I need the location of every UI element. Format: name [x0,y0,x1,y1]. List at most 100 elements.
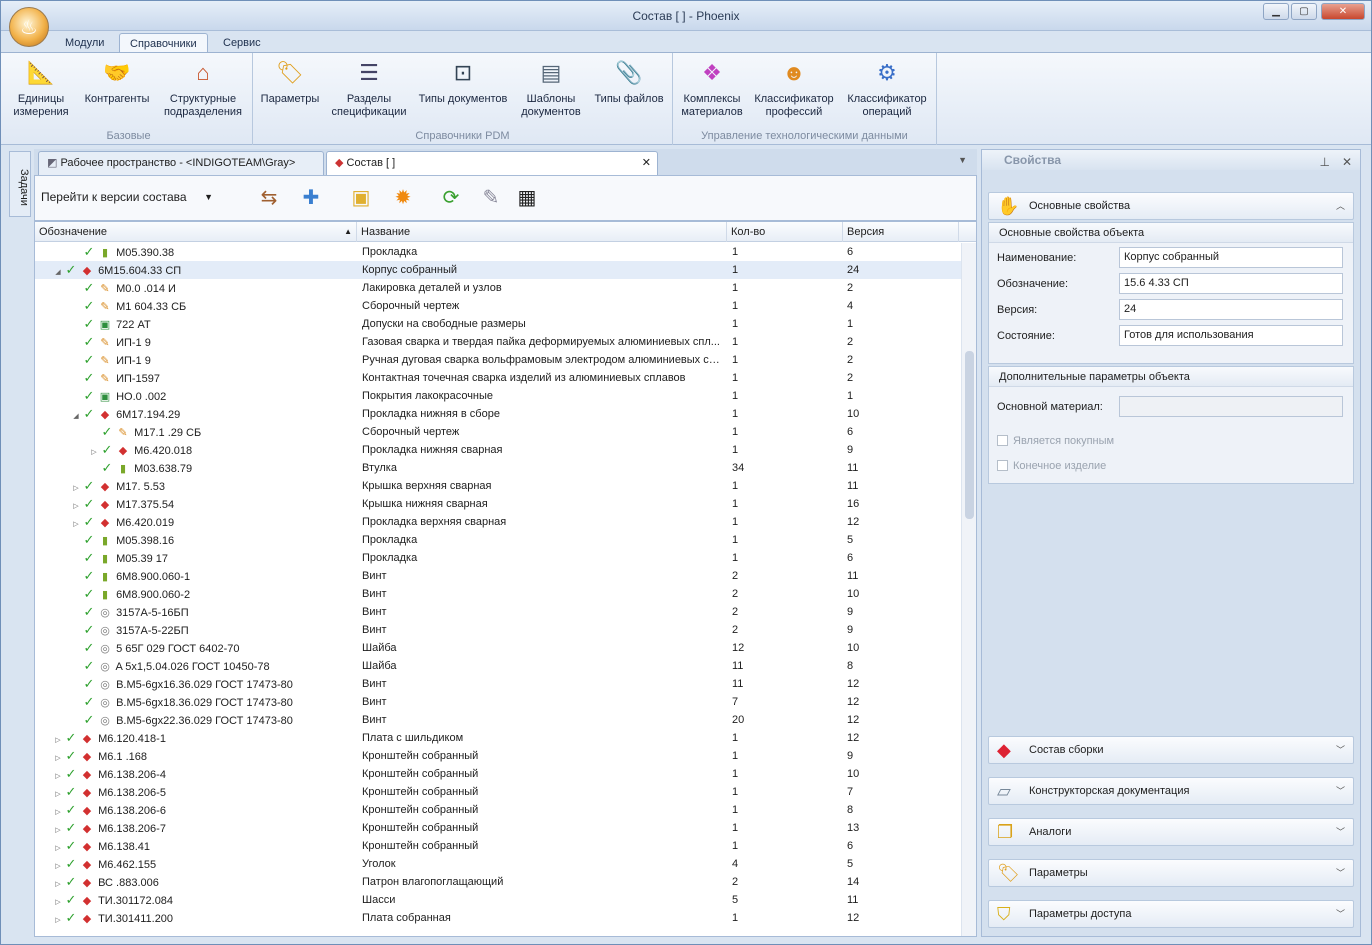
column-designation[interactable]: Обозначение ▲ [35,222,357,242]
doc-types-button[interactable]: ⊡ Типы документов [415,57,511,106]
table-row[interactable]: ▷ ✓ ◆ M6.138.206-5 Кронштейн собранный 1 7 [35,783,961,801]
replace-user-icon[interactable]: ⇆ [255,184,283,212]
version-field[interactable]: 24 [1119,299,1343,320]
table-row[interactable]: ▷ ✓ ◆ M17.375.54 Крышка нижняя сварная 1 16 [35,495,961,513]
table-row[interactable]: ✓ ◎ B.M5-6gx22.36.029 ГОСТ 17473-80 Винт 20… [35,711,961,729]
column-version[interactable]: Версия [843,222,959,242]
professions-button[interactable]: ☻ Классификатор профессий [751,57,837,119]
counterparties-button[interactable]: 🤝 Контрагенты [77,57,157,106]
section-analogs[interactable]: ❐ Аналоги ﹀ [988,818,1354,846]
table-row[interactable]: ✓ ◎ B.M5-6gx18.36.029 ГОСТ 17473-80 Винт 7 1… [35,693,961,711]
close-tab-icon[interactable]: ✕ [642,152,651,174]
table-row[interactable]: ▷ ✓ ◆ M6.462.155 Уголок 4 5 [35,855,961,873]
table-row[interactable]: ✓ ✎ M1 604.33 СБ Сборочный чертеж 1 4 [35,297,961,315]
column-qty[interactable]: Кол-во [727,222,843,242]
table-row[interactable]: ▷ ✓ ◆ ВС .883.006 Патрон влагопоглащающий 2 1… [35,873,961,891]
state-field[interactable]: Готов для использования [1119,325,1343,346]
tabs-overflow-icon[interactable]: ▼ [958,155,967,165]
table-row[interactable]: ✓ ▣ 722 АТ Допуски на свободные размеры 1 1 [35,315,961,333]
minimize-button[interactable]: ▁ [1263,3,1289,20]
table-row[interactable]: ▷ ✓ ◆ M6.138.41 Кронштейн собранный 1 6 [35,837,961,855]
table-row[interactable]: ▷ ✓ ◆ M17. 5.53 Крышка верхняя сварная 1 11 [35,477,961,495]
check-icon: ✓ [65,766,77,781]
table-row[interactable]: ▷ ✓ ◆ M6.120.418-1 Плата с шильдиком 1 12 [35,729,961,747]
operations-button[interactable]: ⚙ Классификатор операций [843,57,931,119]
file-types-button[interactable]: 📎 Типы файлов [591,57,667,106]
row-designation: ✓ ✎ ИП-1597 [35,369,357,388]
close-button[interactable]: ✕ [1321,3,1365,20]
table-row[interactable]: ▷ ✓ ◆ M6.420.018 Прокладка нижняя сварная 1 9 [35,441,961,459]
close-panel-icon[interactable]: ✕ [1342,152,1352,172]
column-name[interactable]: Название [357,222,727,242]
material-sets-button[interactable]: ❖ Комплексы материалов [679,57,745,119]
table-row[interactable]: ✓ ✎ ИП-1597 Контактная точечная сварка изд… [35,369,961,387]
application-menu-button[interactable]: ♨ [9,7,49,47]
refresh-icon[interactable]: ⟳ [437,184,465,212]
section-access[interactable]: ⛉ Параметры доступа ﹀ [988,900,1354,928]
table-row[interactable]: ◢ ✓ ◆ 6M15.604.33 СП Корпус собранный 1 24 [35,261,961,279]
departments-button[interactable]: ⌂ Структурные подразделения [161,57,245,119]
maximize-button[interactable]: ▢ [1291,3,1317,20]
table-row[interactable]: ✓ ▮ 6M8.900.060-2 Винт 2 10 [35,585,961,603]
table-row[interactable]: ✓ ▣ НО.0 .002 Покрытия лакокрасочные 1 1 [35,387,961,405]
table-row[interactable]: ✓ ✎ ИП-1 9 Ручная дуговая сварка вольфрамо… [35,351,961,369]
tab-references[interactable]: Справочники [119,33,208,53]
table-row[interactable]: ✓ ✎ M17.1 .29 СБ Сборочный чертеж 1 6 [35,423,961,441]
name-field[interactable]: Корпус собранный [1119,247,1343,268]
tab-modules[interactable]: Модули [55,33,114,53]
table-row[interactable]: ✓ ✎ M0.0 .014 И Лакировка деталей и узлов 1… [35,279,961,297]
tasks-side-tab[interactable]: Задачи [9,151,31,217]
check-icon: ✓ [83,496,95,511]
row-name: Сборочный чертеж [362,426,460,438]
table-row[interactable]: ◢ ✓ ◆ 6M17.194.29 Прокладка нижняя в сборе 1… [35,405,961,423]
edit-document-icon[interactable]: ✎ [477,184,505,212]
grid-scrollbar[interactable] [961,243,976,936]
table-row[interactable]: ▷ ✓ ◆ M6.138.206-7 Кронштейн собранный 1 13 [35,819,961,837]
units-button[interactable]: 📐 Единицы измерения [11,57,71,119]
designation-field[interactable]: 15.6 4.33 СП [1119,273,1343,294]
table-row[interactable]: ▷ ✓ ◆ M6.1 .168 Кронштейн собранный 1 9 [35,747,961,765]
folders-icon[interactable]: ▣ [347,184,375,212]
section-assembly[interactable]: ◆ Состав сборки ﹀ [988,736,1354,764]
table-row[interactable]: ✓ ▮ M05.398.16 Прокладка 1 5 [35,531,961,549]
table-row[interactable]: ✓ ▮ M05.390.38 Прокладка 1 6 [35,243,961,261]
table-row[interactable]: ✓ ▮ M05.39 17 Прокладка 1 6 [35,549,961,567]
table-row[interactable]: ▷ ✓ ◆ ТИ.301172.084 Шасси 5 11 [35,891,961,909]
tab-workspace[interactable]: ◩ Рабочее пространство - <INDIGOTEAM\Gra… [38,151,324,175]
tab-service[interactable]: Сервис [213,33,271,53]
section-parameters[interactable]: 🏷 Параметры ﹀ [988,859,1354,887]
row-qty: 1 [732,336,739,348]
table-row[interactable]: ▷ ✓ ◆ M6.138.206-4 Кронштейн собранный 1 10 [35,765,961,783]
table-row[interactable]: ✓ ◎ A 5x1,5.04.026 ГОСТ 10450-78 Шайба 11 8 [35,657,961,675]
table-row[interactable]: ▷ ✓ ◆ M6.420.019 Прокладка верхняя сварная 1… [35,513,961,531]
table-row[interactable]: ✓ ✎ ИП-1 9 Газовая сварка и твердая пайка … [35,333,961,351]
tab-composition[interactable]: ◆ Состав [ ] ✕ [326,151,658,175]
check-icon: ✓ [65,892,77,907]
add-users-icon[interactable]: ✚ [297,184,325,212]
spec-sections-button[interactable]: ☰ Разделы спецификации [329,57,409,119]
table-row[interactable]: ▷ ✓ ◆ ТИ.301411.200 Плата собранная 1 12 [35,909,961,927]
table-row[interactable]: ✓ ▮ 6M8.900.060-1 Винт 2 11 [35,567,961,585]
table-row[interactable]: ✓ ◎ 3157A-5-22БП Винт 2 9 [35,621,961,639]
purchased-checkbox[interactable]: Является покупным [997,435,1114,447]
check-icon: ✓ [65,802,77,817]
material-field[interactable] [1119,396,1343,417]
doc-templates-button[interactable]: ▤ Шаблоны документов [517,57,585,119]
expand-toggle-icon[interactable]: ▷ [53,912,63,930]
pin-icon[interactable]: ⊥ [1320,152,1330,172]
section-design-docs[interactable]: ▱ Конструкторская документация ﹀ [988,777,1354,805]
table-row[interactable]: ✓ ◎ 3157A-5-16БП Винт 2 9 [35,603,961,621]
version-select[interactable]: Перейти к версии состава ▼ [39,186,229,208]
final-product-checkbox[interactable]: Конечное изделие [997,460,1106,472]
scroll-thumb[interactable] [965,351,974,519]
parameters-button[interactable]: 🏷 Параметры [259,57,321,106]
table-row[interactable]: ▷ ✓ ◆ M6.138.206-6 Кронштейн собранный 1 8 [35,801,961,819]
table-row[interactable]: ✓ ◎ B.M5-6gx16.36.029 ГОСТ 17473-80 Винт 11… [35,675,961,693]
star-burst-icon[interactable]: ✹ [389,184,417,212]
chip-icon[interactable]: ▦ [513,184,541,212]
table-row[interactable]: ✓ ▮ M03.638.79 Втулка 34 11 [35,459,961,477]
section-main-properties[interactable]: ✋ Основные свойства ︿ [988,192,1354,220]
table-row[interactable]: ✓ ◎ 5 65Г 029 ГОСТ 6402-70 Шайба 12 10 [35,639,961,657]
row-version: 4 [847,300,854,312]
designation-text: 6M15.604.33 СП [98,265,182,277]
